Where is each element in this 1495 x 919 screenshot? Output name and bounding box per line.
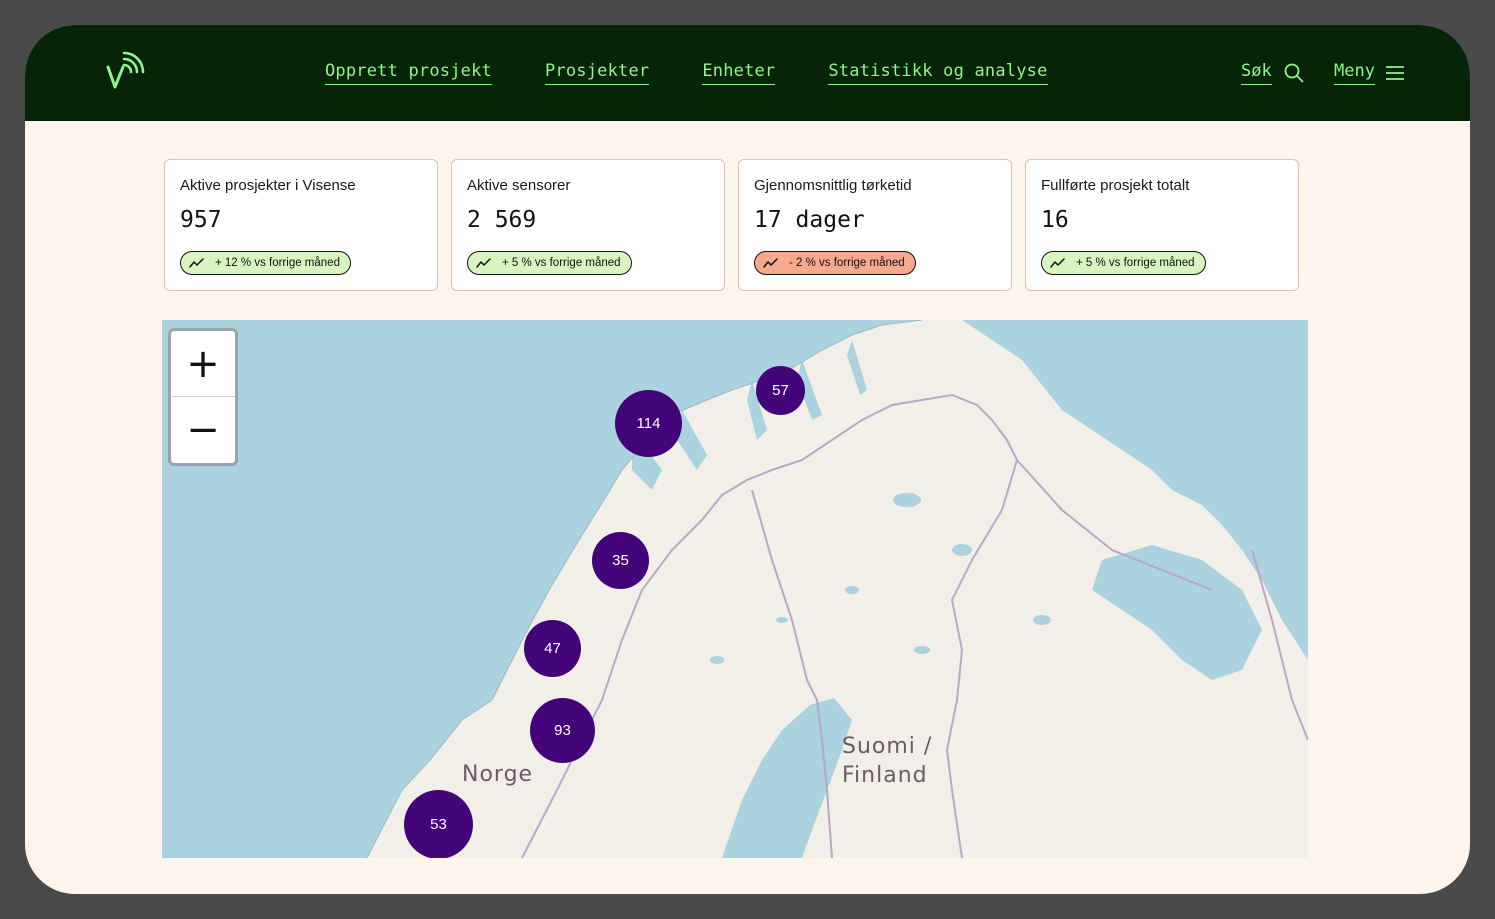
trend-up-icon — [476, 258, 491, 268]
stat-card-completed-projects: Fullførte prosjekt totalt 16 + 5 % vs fo… — [1025, 159, 1299, 291]
stat-card-title: Fullførte prosjekt totalt — [1041, 177, 1190, 194]
trend-badge: + 5 % vs forrige måned — [467, 251, 632, 275]
hamburger-icon — [1385, 66, 1404, 80]
nav-link-create-project[interactable]: Opprett prosjekt — [325, 61, 492, 85]
cluster-marker[interactable]: 35 — [592, 532, 649, 589]
trend-icon — [763, 258, 778, 268]
device-frame: Opprett prosjekt Prosjekter Enheter Stat… — [0, 0, 1495, 919]
menu-label: Meny — [1334, 61, 1375, 85]
stat-card-title: Aktive prosjekter i Visense — [180, 177, 356, 194]
nav-link-units[interactable]: Enheter — [702, 61, 776, 85]
stat-card-active-sensors: Aktive sensorer 2 569 + 5 % vs forrige m… — [451, 159, 725, 291]
top-navigation-bar: Opprett prosjekt Prosjekter Enheter Stat… — [25, 25, 1470, 121]
nav-link-projects[interactable]: Prosjekter — [544, 61, 650, 85]
stat-cards: Aktive prosjekter i Visense 957 + 12 % v… — [164, 159, 1299, 291]
stat-card-title: Aktive sensorer — [467, 177, 571, 194]
main-nav: Opprett prosjekt Prosjekter Enheter Stat… — [325, 61, 1048, 85]
trend-up-icon — [189, 258, 204, 268]
search-icon — [1284, 63, 1304, 83]
visense-logo[interactable] — [105, 51, 145, 91]
stat-card-active-projects: Aktive prosjekter i Visense 957 + 12 % v… — [164, 159, 438, 291]
trend-text: + 12 % vs forrige måned — [215, 257, 340, 269]
trend-text: + 5 % vs forrige måned — [1076, 257, 1195, 269]
zoom-in-button[interactable]: + — [171, 331, 235, 397]
menu-button[interactable]: Meny — [1334, 61, 1405, 85]
map-label-finland: Suomi / Finland — [842, 732, 932, 790]
trend-badge: - 2 % vs forrige måned — [754, 251, 916, 275]
cluster-marker[interactable]: 53 — [404, 790, 473, 858]
map-label-finland-line1: Suomi / — [842, 734, 933, 759]
cluster-marker[interactable]: 114 — [615, 390, 682, 457]
stat-card-value: 2 569 — [467, 207, 537, 233]
map-terrain — [366, 320, 1308, 858]
trend-badge: + 5 % vs forrige måned — [1041, 251, 1206, 275]
trend-text: - 2 % vs forrige måned — [789, 257, 905, 269]
stat-card-drying-time: Gjennomsnittlig tørketid 17 dager - 2 % … — [738, 159, 1012, 291]
nav-link-statistics[interactable]: Statistikk og analyse — [828, 61, 1048, 85]
stat-card-value: 17 dager — [754, 207, 865, 233]
screen: Opprett prosjekt Prosjekter Enheter Stat… — [25, 25, 1470, 894]
map-label-norway: Norge — [462, 762, 534, 787]
stat-card-title: Gjennomsnittlig tørketid — [754, 177, 912, 194]
project-map[interactable]: + − Norge Suomi / Finland 57 114 35 47 9… — [162, 320, 1308, 858]
search-button[interactable]: Søk — [1241, 61, 1304, 85]
trend-text: + 5 % vs forrige måned — [502, 257, 621, 269]
zoom-out-button[interactable]: − — [171, 397, 235, 463]
search-label: Søk — [1241, 61, 1272, 85]
trend-badge: + 12 % vs forrige måned — [180, 251, 351, 275]
cluster-marker[interactable]: 93 — [530, 698, 595, 763]
cluster-marker[interactable]: 47 — [524, 620, 581, 677]
stat-card-value: 957 — [180, 207, 222, 233]
trend-up-icon — [1050, 258, 1065, 268]
cluster-marker[interactable]: 57 — [756, 366, 805, 415]
zoom-control: + − — [168, 328, 238, 466]
map-label-finland-line2: Finland — [842, 763, 928, 788]
stat-card-value: 16 — [1041, 207, 1069, 233]
